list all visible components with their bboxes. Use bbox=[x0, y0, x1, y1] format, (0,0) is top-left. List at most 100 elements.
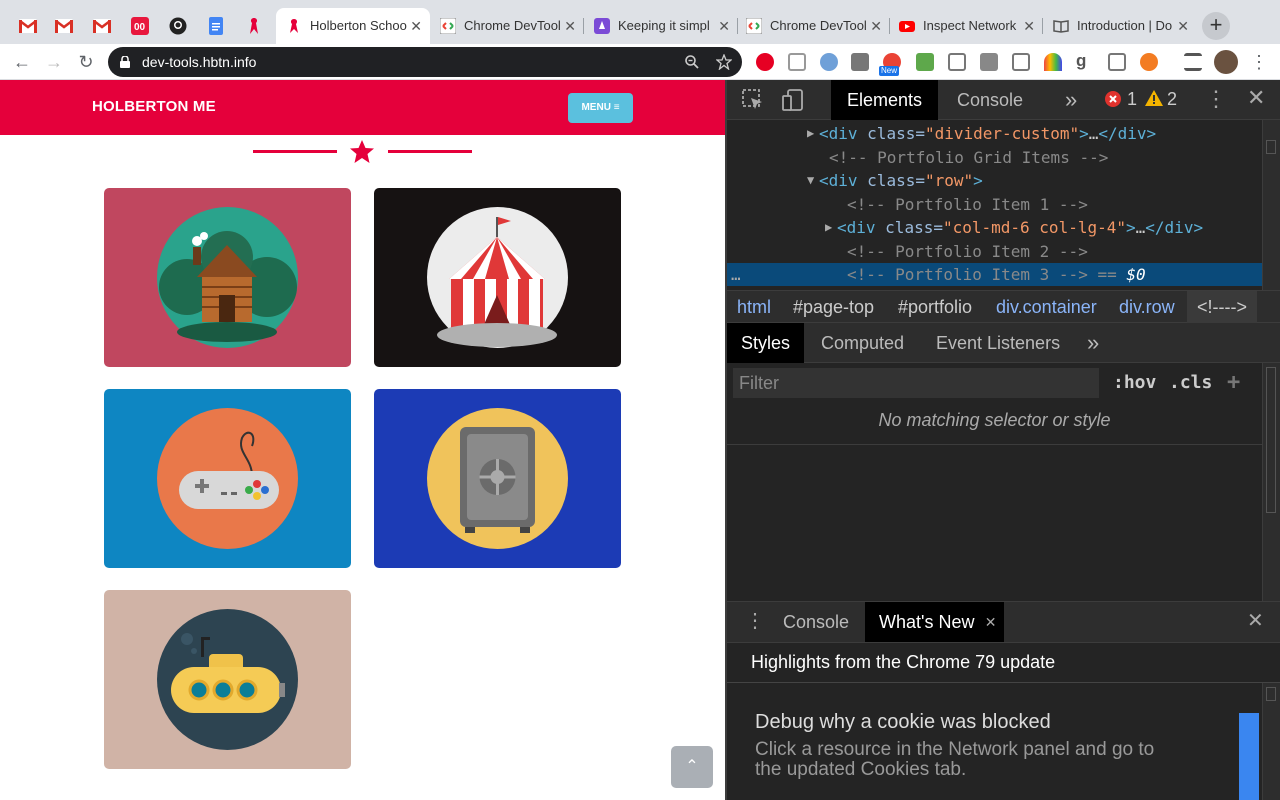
chrome-extension-icon[interactable]: New bbox=[879, 53, 901, 76]
expand-arrow-icon[interactable]: ▶ bbox=[825, 216, 832, 239]
close-tab-icon[interactable]: ✕ bbox=[718, 8, 730, 44]
styles-filter-input[interactable]: Filter bbox=[733, 368, 1099, 398]
portfolio-item-submarine[interactable] bbox=[104, 590, 351, 769]
tab-introduction[interactable]: Introduction | Do ✕ bbox=[1043, 8, 1197, 44]
more-menu-icon[interactable]: ⋮ bbox=[1250, 53, 1268, 71]
pinned-tab-docs[interactable] bbox=[200, 8, 232, 44]
pinterest-icon[interactable] bbox=[756, 53, 774, 71]
breadcrumb-row[interactable]: div.row bbox=[1119, 291, 1175, 323]
layout-icon[interactable] bbox=[1012, 53, 1030, 71]
drawer-scrollbar[interactable] bbox=[1262, 683, 1280, 800]
breadcrumb-container[interactable]: div.container bbox=[996, 291, 1097, 323]
breadcrumb-html[interactable]: html bbox=[737, 291, 771, 323]
portfolio-item-game-controller[interactable] bbox=[104, 389, 351, 568]
mail-icon[interactable] bbox=[948, 53, 966, 71]
tab-console[interactable]: Console bbox=[941, 80, 1039, 120]
drawer-menu-icon[interactable]: ⋮ bbox=[745, 608, 765, 633]
markup-token: class= bbox=[867, 124, 925, 143]
gmail-icon bbox=[55, 19, 73, 33]
extension-globe-icon[interactable] bbox=[820, 53, 838, 71]
new-style-rule-button[interactable]: + bbox=[1227, 368, 1240, 398]
pinned-tab-gmail[interactable] bbox=[48, 8, 80, 44]
more-tabs-icon[interactable]: » bbox=[1049, 80, 1093, 120]
collapse-arrow-icon[interactable]: ▼ bbox=[807, 169, 814, 192]
tab-inspect-network[interactable]: Inspect Network ✕ bbox=[889, 8, 1043, 44]
pocket-icon[interactable] bbox=[788, 53, 806, 71]
grammarly-icon[interactable]: g bbox=[1076, 52, 1094, 71]
close-drawer-tab-icon[interactable]: ✕ bbox=[985, 602, 997, 642]
tab-devtools-2[interactable]: Chrome DevTool ✕ bbox=[736, 8, 890, 44]
breadcrumb: html #page-top #portfolio div.container … bbox=[727, 290, 1280, 323]
hover-state-toggle[interactable]: :hov bbox=[1113, 368, 1156, 398]
markup-token: "divider-custom" bbox=[924, 124, 1080, 143]
close-tab-icon[interactable]: ✕ bbox=[564, 8, 576, 44]
pinned-tab-app[interactable]: 00 bbox=[124, 8, 156, 44]
inspect-element-icon[interactable] bbox=[741, 88, 765, 112]
menu-button[interactable]: MENU ≡ bbox=[568, 93, 633, 123]
tab-keeping-it-simple[interactable]: Keeping it simpl ✕ bbox=[584, 8, 738, 44]
forward-button[interactable]: → bbox=[42, 50, 66, 74]
styles-scrollbar[interactable] bbox=[1262, 363, 1280, 601]
portfolio-item-cabin[interactable] bbox=[104, 188, 351, 367]
media-control-icon[interactable] bbox=[1184, 53, 1202, 71]
dom-node[interactable]: <!-- Portfolio Item 1 --> bbox=[727, 193, 1267, 216]
close-tab-icon[interactable]: ✕ bbox=[1023, 8, 1035, 44]
rainbow-icon[interactable] bbox=[1044, 53, 1062, 71]
tab-devtools-1[interactable]: Chrome DevTool ✕ bbox=[430, 8, 584, 44]
close-tab-icon[interactable]: ✕ bbox=[870, 8, 882, 44]
tab-styles[interactable]: Styles bbox=[727, 323, 805, 363]
dropbox-icon[interactable] bbox=[980, 53, 998, 71]
node-actions-icon[interactable]: … bbox=[731, 263, 741, 286]
profile-avatar[interactable] bbox=[1214, 50, 1238, 74]
warning-icon[interactable] bbox=[1145, 90, 1163, 106]
orange-extension-icon[interactable] bbox=[1140, 53, 1158, 71]
tab-holberton[interactable]: Holberton Schoo ✕ bbox=[276, 8, 430, 44]
dom-node[interactable]: <!-- Portfolio Item 2 --> bbox=[727, 240, 1267, 263]
error-icon[interactable] bbox=[1105, 91, 1121, 107]
site-brand[interactable]: HOLBERTON ME bbox=[92, 98, 216, 115]
new-tab-button[interactable]: + bbox=[1202, 12, 1230, 40]
close-tab-icon[interactable]: ✕ bbox=[410, 8, 422, 44]
address-bar[interactable]: dev-tools.hbtn.info bbox=[108, 47, 742, 77]
new-badge: New bbox=[879, 66, 900, 76]
whats-new-card-title[interactable]: Debug why a cookie was blocked bbox=[755, 711, 1051, 734]
dom-node[interactable]: ▶ <div class="col-md-6 col-lg-4">…</div> bbox=[727, 216, 1267, 239]
dom-node[interactable]: ▶ <div class="divider-custom">…</div> bbox=[727, 122, 1267, 145]
tab-event-listeners[interactable]: Event Listeners bbox=[922, 323, 1074, 363]
svg-text:00: 00 bbox=[134, 22, 146, 33]
breadcrumb-portfolio[interactable]: #portfolio bbox=[898, 291, 972, 323]
dom-node[interactable]: <!-- Portfolio Grid Items --> bbox=[727, 146, 1267, 169]
zoom-icon[interactable] bbox=[684, 54, 700, 70]
pinned-tab-gmail[interactable] bbox=[86, 8, 118, 44]
pinned-tab-holberton[interactable] bbox=[238, 8, 270, 44]
tab-computed[interactable]: Computed bbox=[807, 323, 918, 363]
pinned-tab-gmail[interactable] bbox=[12, 8, 44, 44]
expand-arrow-icon[interactable]: ▶ bbox=[807, 122, 814, 145]
portfolio-item-safe[interactable] bbox=[374, 389, 621, 568]
dom-scrollbar[interactable] bbox=[1262, 120, 1280, 290]
more-tabs-icon[interactable]: » bbox=[1073, 323, 1113, 363]
close-drawer-icon[interactable]: ✕ bbox=[1247, 608, 1264, 633]
breadcrumb-page-top[interactable]: #page-top bbox=[793, 291, 874, 323]
qr-code-icon[interactable] bbox=[851, 53, 869, 71]
sheet-icon[interactable] bbox=[916, 53, 934, 71]
feature-thumbnail bbox=[1239, 713, 1259, 800]
drawer-tab-whats-new[interactable]: What's New ✕ bbox=[865, 602, 1005, 642]
close-devtools-icon[interactable]: ✕ bbox=[1247, 85, 1265, 111]
back-to-top-button[interactable]: ⌃ bbox=[671, 746, 713, 788]
reload-button[interactable]: ↻ bbox=[74, 50, 98, 74]
breadcrumb-comment[interactable]: <!----> bbox=[1187, 291, 1258, 323]
dom-node[interactable]: ▼ <div class="row"> bbox=[727, 169, 1267, 192]
class-toggle[interactable]: .cls bbox=[1169, 368, 1212, 398]
dom-node-selected[interactable]: … <!-- Portfolio Item 3 --> == $0 bbox=[727, 263, 1267, 286]
device-toolbar-icon[interactable] bbox=[781, 88, 805, 112]
tab-elements[interactable]: Elements bbox=[831, 80, 939, 120]
back-button[interactable]: ← bbox=[10, 50, 34, 74]
settings-menu-icon[interactable]: ⋮ bbox=[1205, 86, 1227, 112]
drawer-tab-console[interactable]: Console bbox=[769, 602, 863, 642]
pinned-tab-github[interactable] bbox=[162, 8, 194, 44]
portfolio-item-circus-tent[interactable] bbox=[374, 188, 621, 367]
close-tab-icon[interactable]: ✕ bbox=[1177, 8, 1189, 44]
reader-icon[interactable] bbox=[1108, 53, 1126, 71]
bookmark-star-icon[interactable] bbox=[716, 54, 732, 70]
